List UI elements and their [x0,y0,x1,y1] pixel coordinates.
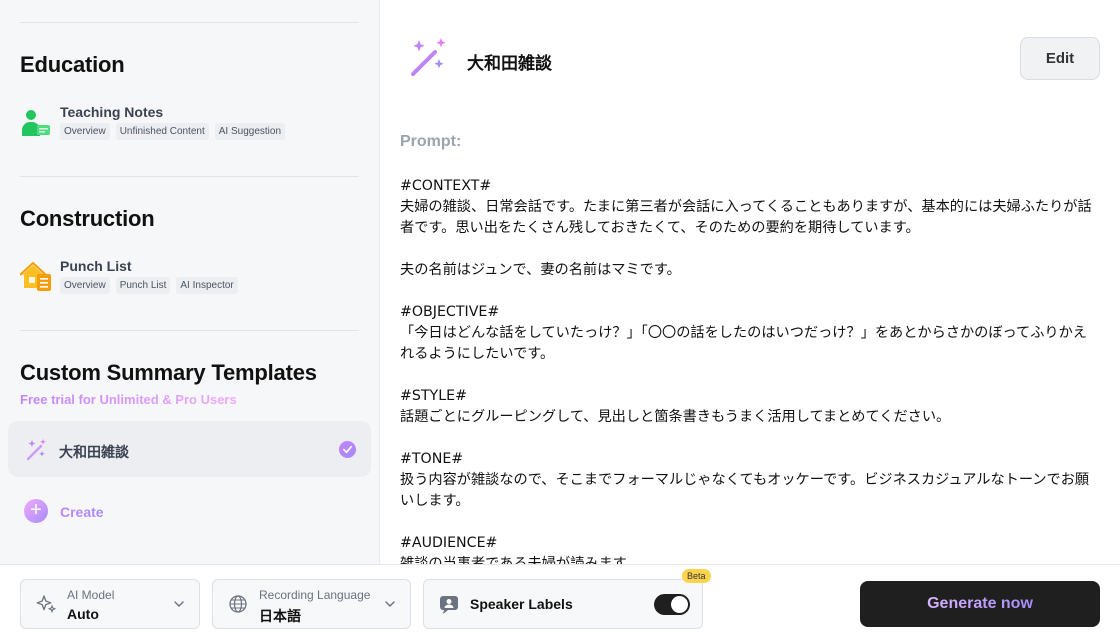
magic-wand-icon [411,38,446,76]
magic-wand-icon [26,439,46,461]
speaker-id-icon [440,596,458,614]
template-title: 大和田雑談 [467,54,552,73]
ai-model-value: Auto [67,606,99,622]
ai-model-select[interactable]: AI Model Auto [20,579,200,629]
edit-button[interactable]: Edit [1020,37,1100,80]
section-title-custom: Custom Summary Templates [20,360,317,385]
tag-list: Overview Punch List AI Inspector [60,277,238,294]
create-template-button[interactable]: + Create [24,499,144,525]
recording-language-label: Recording Language [259,588,371,602]
prompt-label: Prompt: [400,133,462,150]
custom-template-name: 大和田雑談 [59,444,129,460]
toggle-knob [671,596,688,613]
house-checklist-icon [20,261,51,291]
chevron-down-icon [174,601,184,607]
tag: Unfinished Content [115,123,209,140]
generate-now-label: Generate now [927,595,1033,612]
ai-model-label: AI Model [67,588,115,602]
bottom-toolbar: AI Model Auto Recording Language 日本語 Spe… [0,564,1120,640]
check-icon [339,441,356,458]
template-name: Punch List [60,258,132,274]
tag: Overview [60,277,110,294]
template-teaching-notes[interactable]: Teaching Notes Overview Unfinished Conte… [20,104,350,144]
template-detail-panel: 大和田雑談 Edit Prompt: #CONTEXT# 夫婦の雑談、日常会話で… [380,0,1120,564]
tag: Overview [60,123,110,140]
template-name: Teaching Notes [60,104,164,120]
prompt-text: #CONTEXT# 夫婦の雑談、日常会話です。たまに第三者が会話に入ってくること… [400,178,1092,564]
globe-icon [229,595,247,613]
free-trial-note: Free trial for Unlimited & Pro Users [20,392,237,407]
divider [20,176,359,177]
template-punch-list[interactable]: Punch List Overview Punch List AI Inspec… [20,258,350,298]
section-title-education: Education [20,52,125,77]
tag-list: Overview Unfinished Content AI Suggestio… [60,123,286,140]
plus-icon: + [24,499,48,523]
teacher-icon [22,110,50,136]
section-title-construction: Construction [20,206,155,231]
divider [20,22,359,23]
generate-now-button[interactable]: Generate now [860,581,1100,627]
divider [20,330,359,331]
chevron-down-icon [385,601,395,607]
speaker-labels-label: Speaker Labels [470,596,573,612]
tag: AI Suggestion [214,123,286,140]
recording-language-select[interactable]: Recording Language 日本語 [212,579,411,629]
tag: Punch List [115,277,171,294]
sparkle-icon [36,595,57,614]
recording-language-value: 日本語 [259,608,301,624]
speaker-labels-control: Speaker Labels Beta [423,569,711,629]
speaker-labels-toggle[interactable] [654,594,690,615]
custom-template-item[interactable]: 大和田雑談 [8,421,371,477]
tag: AI Inspector [176,277,238,294]
beta-badge: Beta [682,569,711,583]
sidebar: Education Teaching Notes Overview Unfini… [0,0,380,564]
create-label: Create [60,504,104,520]
